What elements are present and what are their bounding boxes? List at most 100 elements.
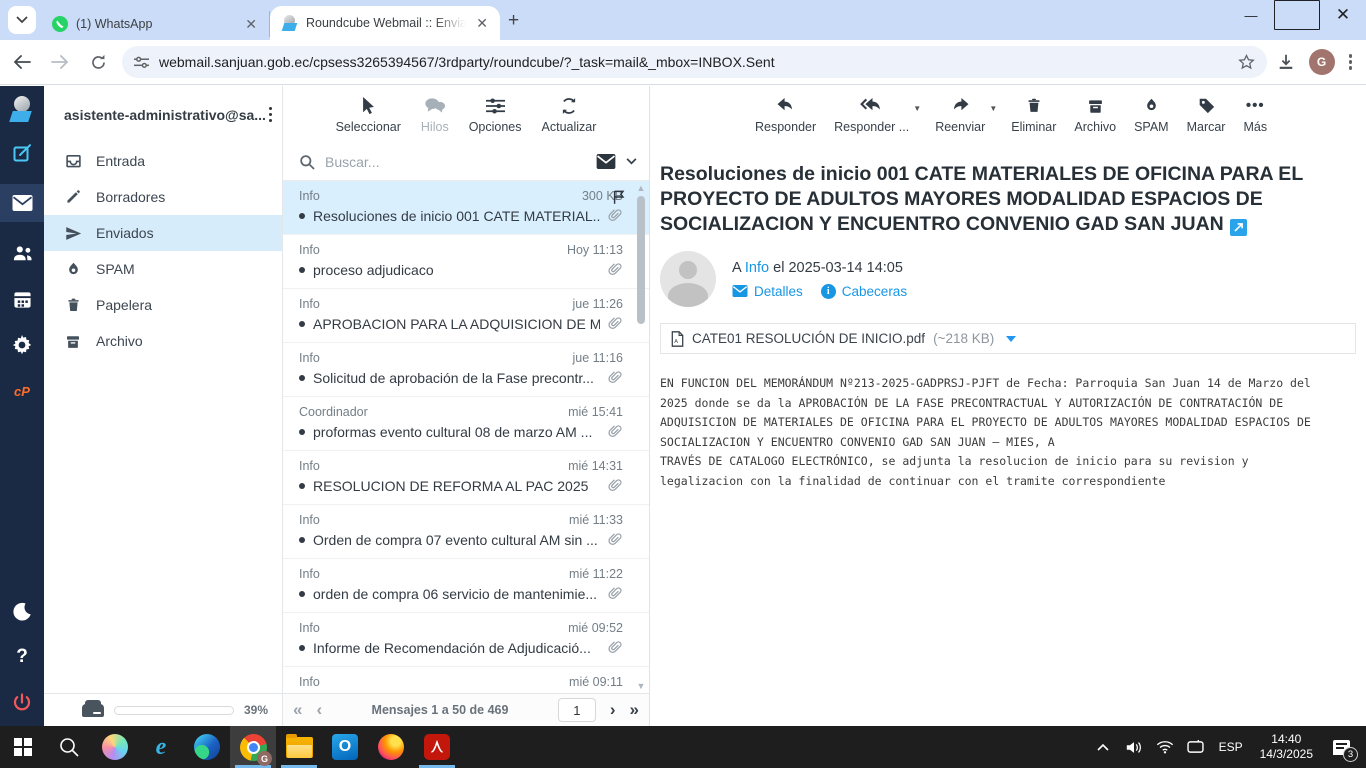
restore-button[interactable] [1274,0,1320,30]
threads-button[interactable]: Hilos [421,96,449,134]
reload-button[interactable] [82,46,114,78]
first-page-button[interactable]: « [293,700,302,720]
outlook-button[interactable]: O [322,726,368,768]
select-button[interactable]: Seleccionar [336,96,401,134]
account-menu-icon[interactable] [269,107,273,123]
tab-close-icon[interactable]: ✕ [243,16,259,33]
list-item[interactable]: Infomié 11:22 orden de compra 06 servici… [283,559,649,613]
acrobat-button[interactable] [414,726,460,768]
archive-button[interactable]: Archivo [1074,96,1116,134]
attachment-menu-icon[interactable] [1006,336,1016,342]
sidebar-item-entrada[interactable]: Entrada [44,143,282,179]
search-input[interactable] [325,154,586,170]
list-item[interactable]: Infojue 11:16 Solicitud de aprobación de… [283,343,649,397]
refresh-button[interactable]: Actualizar [542,96,597,134]
details-toggle[interactable]: Detalles [732,284,803,299]
delete-button[interactable]: Eliminar [1011,96,1056,134]
new-tab-button[interactable]: + [508,10,519,32]
clock[interactable]: 14:40 14/3/2025 [1254,732,1319,762]
calendar-icon[interactable] [0,284,44,314]
search-scope-mail-icon[interactable] [596,154,616,169]
recipient-link[interactable]: Info [745,260,769,276]
cpanel-icon[interactable]: cP [0,376,44,406]
message-header: A Info el 2025-03-14 14:05 Detalles i Ca… [650,237,1366,307]
page-number-input[interactable] [558,698,596,722]
notification-center-button[interactable]: 3 [1326,732,1356,762]
dark-mode-moon-icon[interactable] [0,596,44,626]
more-button[interactable]: ••• Más [1243,96,1267,134]
address-bar[interactable]: webmail.sanjuan.gob.ec/cpsess3265394567/… [122,46,1267,78]
tab-close-icon[interactable]: ✕ [474,15,490,32]
list-item[interactable]: Infomié 09:11 [283,667,649,693]
wifi-icon[interactable] [1153,732,1177,762]
tray-expand-chevron-icon[interactable] [1091,732,1115,762]
internet-explorer-button[interactable]: e [138,726,184,768]
help-icon[interactable]: ? [0,642,44,672]
compose-icon[interactable] [0,138,44,168]
attachment-name[interactable]: CATE01 RESOLUCIÓN DE INICIO.pdf [692,331,925,346]
close-window-button[interactable]: ✕ [1320,0,1366,30]
archive-icon [1087,96,1104,116]
minimize-button[interactable]: — [1228,0,1274,30]
list-item[interactable]: Infojue 11:26 APROBACION PARA LA ADQUISI… [283,289,649,343]
prev-page-button[interactable]: ‹ [316,700,322,720]
list-item[interactable]: Infomié 09:52 Informe de Recomendación d… [283,613,649,667]
next-page-button[interactable]: › [610,700,616,720]
logout-power-icon[interactable] [0,688,44,718]
list-scrollbar[interactable]: ▲ ▼ [634,181,648,693]
scroll-down-icon[interactable]: ▼ [637,681,646,691]
reply-button[interactable]: Responder [755,96,816,134]
sidebar-item-borradores[interactable]: Borradores [44,179,282,215]
site-settings-icon[interactable] [134,56,149,69]
contacts-icon[interactable] [0,238,44,268]
headers-toggle[interactable]: i Cabeceras [821,284,907,299]
tab-whatsapp[interactable]: (1) WhatsApp ✕ [40,11,270,37]
tab-search-button[interactable] [8,6,36,34]
taskbar-search-button[interactable] [46,726,92,768]
tab-title: (1) WhatsApp [76,17,235,31]
copilot-button[interactable] [92,726,138,768]
list-item[interactable]: InfoHoy 11:13 proceso adjudicaco [283,235,649,289]
sidebar-item-enviados[interactable]: Enviados [44,215,282,251]
url-text[interactable]: webmail.sanjuan.gob.ec/cpsess3265394567/… [159,54,1228,70]
tab-roundcube[interactable]: Roundcube Webmail :: Enviados ✕ [270,6,500,40]
download-icon[interactable] [1277,53,1295,71]
paperclip-icon [608,532,623,548]
mark-button[interactable]: Marcar [1187,96,1226,134]
mail-nav-icon[interactable] [0,184,44,222]
reply-all-dropdown-icon[interactable]: ▼ [913,104,921,113]
browser-menu-icon[interactable] [1349,54,1353,70]
chrome-button[interactable]: G [230,726,276,768]
back-button[interactable] [6,46,38,78]
display-connect-icon[interactable] [1184,732,1208,762]
forward-button[interactable] [44,46,76,78]
scroll-up-icon[interactable]: ▲ [637,183,646,193]
list-item[interactable]: Coordinadormié 15:41 proformas evento cu… [283,397,649,451]
list-item[interactable]: Infomié 14:31 RESOLUCION DE REFORMA AL P… [283,451,649,505]
attachment-item[interactable]: A CATE01 RESOLUCIÓN DE INICIO.pdf (~218 … [660,323,1356,354]
scrollbar-thumb[interactable] [637,196,645,324]
bookmark-star-icon[interactable] [1238,54,1255,71]
file-explorer-button[interactable] [276,726,322,768]
sidebar-item-papelera[interactable]: Papelera [44,287,282,323]
forward-mail-button[interactable]: Reenviar ▼ [935,96,985,134]
flag-icon[interactable] [611,189,627,205]
open-in-new-window-icon[interactable] [1230,219,1247,236]
forward-dropdown-icon[interactable]: ▼ [989,104,997,113]
edge-button[interactable] [184,726,230,768]
list-item[interactable]: Infomié 11:33 Orden de compra 07 evento … [283,505,649,559]
profile-avatar[interactable]: G [1309,49,1335,75]
settings-gear-icon[interactable] [0,330,44,360]
search-options-chevron-icon[interactable] [626,158,637,165]
sidebar-item-archivo[interactable]: Archivo [44,323,282,359]
start-button[interactable] [0,726,46,768]
last-page-button[interactable]: » [630,700,639,720]
language-indicator[interactable]: ESP [1215,740,1247,754]
reply-all-button[interactable]: Responder ... ▼ [834,96,909,134]
spam-button[interactable]: SPAM [1134,96,1169,134]
sidebar-item-spam[interactable]: SPAM [44,251,282,287]
volume-icon[interactable] [1122,732,1146,762]
firefox-button[interactable] [368,726,414,768]
list-item[interactable]: Info300 KB Resoluciones de inicio 001 CA… [283,181,649,235]
options-button[interactable]: Opciones [469,96,522,134]
